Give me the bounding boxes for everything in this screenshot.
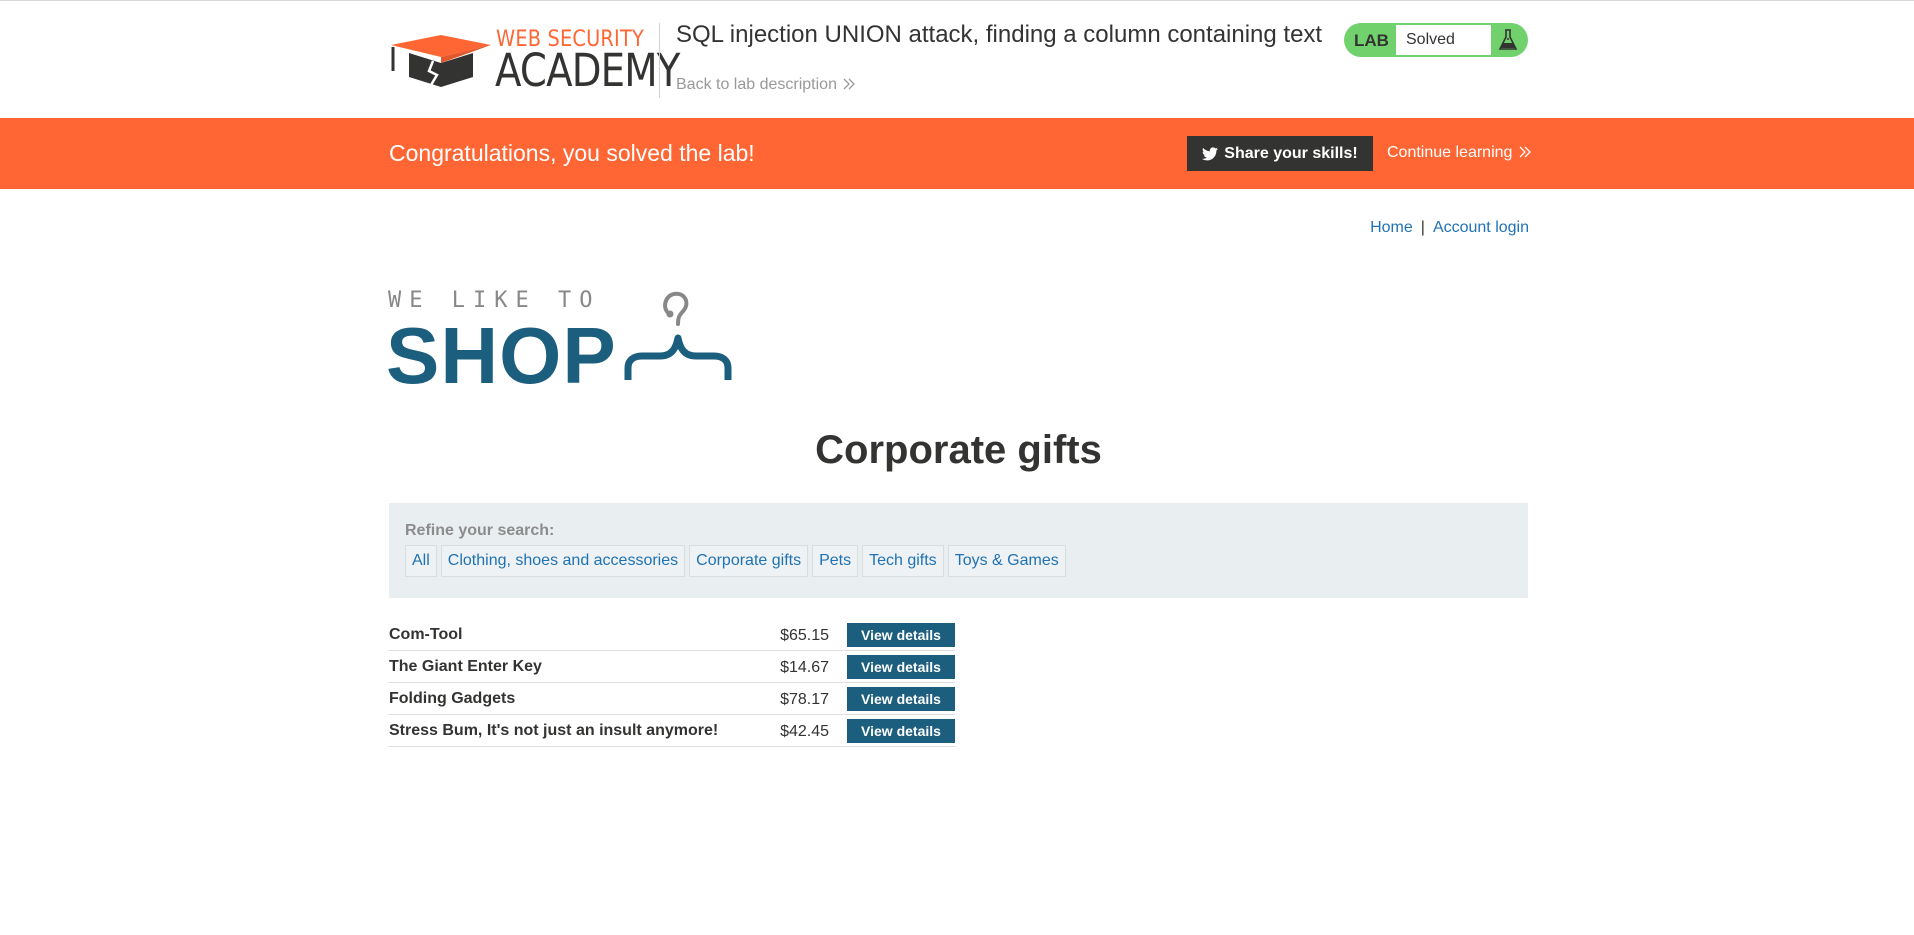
page-title: Corporate gifts bbox=[815, 428, 1102, 472]
product-name: Stress Bum, It's not just an insult anym… bbox=[389, 722, 719, 739]
continue-learning-label: Continue learning bbox=[1387, 144, 1513, 161]
home-link[interactable]: Home bbox=[1370, 219, 1413, 236]
solved-banner: Congratulations, you solved the lab! Sha… bbox=[0, 118, 1914, 189]
filter-list: All Clothing, shoes and accessories Corp… bbox=[405, 545, 1066, 577]
shop-logo-wordmark: SHOP bbox=[386, 311, 617, 400]
product-name: The Giant Enter Key bbox=[389, 658, 542, 675]
academy-logo-bottom: ACADEMY bbox=[495, 44, 680, 97]
product-table: Com-Tool $65.15 View details The Giant E… bbox=[389, 619, 955, 747]
product-price: $42.45 bbox=[780, 723, 829, 740]
back-link-label: Back to lab description bbox=[676, 76, 837, 93]
filter-panel: Refine your search: All Clothing, shoes … bbox=[389, 503, 1528, 598]
table-row: Stress Bum, It's not just an insult anym… bbox=[389, 715, 955, 747]
view-details-button[interactable]: View details bbox=[847, 655, 955, 679]
twitter-icon bbox=[1202, 146, 1219, 160]
academy-logo[interactable]: WEB SECURITY ACADEMY bbox=[389, 27, 680, 97]
view-details-button[interactable]: View details bbox=[847, 687, 955, 711]
nav-separator: | bbox=[1420, 219, 1425, 236]
filter-clothing[interactable]: Clothing, shoes and accessories bbox=[440, 545, 686, 577]
filter-corporate-gifts[interactable]: Corporate gifts bbox=[689, 545, 809, 577]
product-price: $65.15 bbox=[780, 627, 829, 644]
filter-all[interactable]: All bbox=[405, 545, 437, 577]
continue-learning-link[interactable]: Continue learning bbox=[1387, 144, 1531, 162]
graduation-cap-icon bbox=[391, 35, 491, 87]
view-details-button[interactable]: View details bbox=[847, 719, 955, 743]
share-skills-label: Share your skills! bbox=[1224, 144, 1358, 162]
top-nav: Home | Account login bbox=[1370, 219, 1529, 237]
product-name: Com-Tool bbox=[389, 626, 463, 643]
double-chevron-right-icon bbox=[843, 78, 856, 90]
lab-status-badge: LAB Solved bbox=[1344, 23, 1528, 57]
table-row: Com-Tool $65.15 View details bbox=[389, 619, 955, 651]
back-to-lab-link[interactable]: Back to lab description bbox=[676, 76, 856, 94]
congrats-message: Congratulations, you solved the lab! bbox=[389, 140, 755, 166]
filter-toys-games[interactable]: Toys & Games bbox=[947, 545, 1066, 577]
flask-icon bbox=[1498, 29, 1518, 50]
share-skills-button[interactable]: Share your skills! bbox=[1187, 136, 1373, 171]
header-divider bbox=[659, 23, 660, 98]
hanger-icon bbox=[624, 291, 732, 380]
academy-header: WEB SECURITY ACADEMY SQL injection UNION… bbox=[0, 0, 1914, 118]
product-price: $78.17 bbox=[780, 691, 829, 708]
lab-badge-label: LAB bbox=[1354, 31, 1389, 50]
product-name: Folding Gadgets bbox=[389, 690, 516, 707]
table-row: Folding Gadgets $78.17 View details bbox=[389, 683, 955, 715]
view-details-button[interactable]: View details bbox=[847, 623, 955, 647]
lab-title: SQL injection UNION attack, finding a co… bbox=[676, 21, 1323, 48]
product-price: $14.67 bbox=[780, 659, 829, 676]
lab-status-value: Solved bbox=[1406, 31, 1455, 48]
refine-search-label: Refine your search: bbox=[405, 522, 555, 539]
table-row: The Giant Enter Key $14.67 View details bbox=[389, 651, 955, 683]
double-chevron-right-icon bbox=[1519, 146, 1531, 158]
shop-logo[interactable]: WE LIKE TO SHOP bbox=[386, 286, 748, 400]
filter-tech-gifts[interactable]: Tech gifts bbox=[862, 545, 944, 577]
filter-pets[interactable]: Pets bbox=[812, 545, 859, 577]
account-login-link[interactable]: Account login bbox=[1433, 219, 1529, 236]
